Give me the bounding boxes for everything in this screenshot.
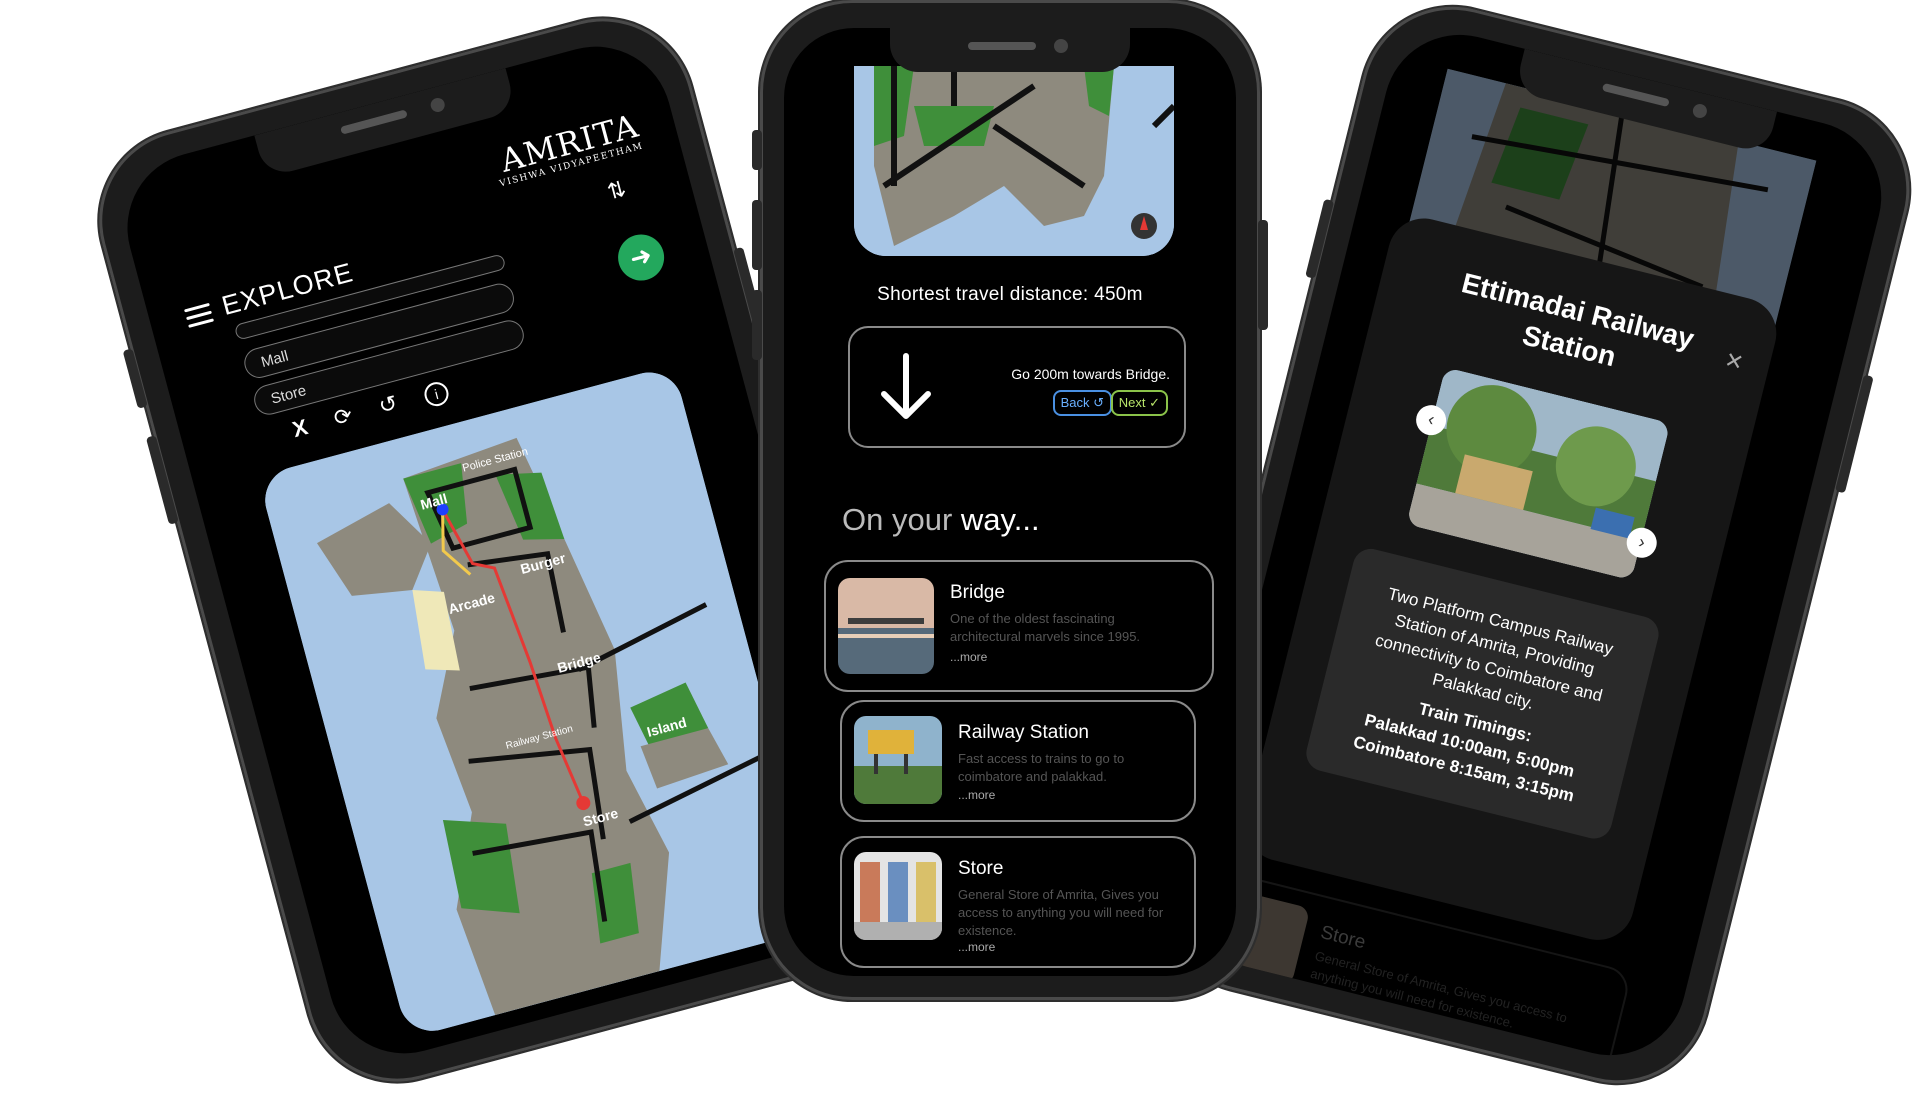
arrow-right-icon: ➜ <box>626 239 656 274</box>
swap-direction-icon[interactable]: ⇅ <box>604 176 629 206</box>
navigation-phone: Shortest travel distance: 450m Go 200m t… <box>752 0 1268 1000</box>
place-description: One of the oldest fascinating architectu… <box>950 611 1141 644</box>
chevron-left-icon: ‹ <box>1426 408 1437 430</box>
more-link[interactable]: ...more <box>950 650 987 664</box>
place-description: Fast access to trains to go to coimbator… <box>958 751 1125 784</box>
direction-text: Go 200m towards Bridge. <box>1011 366 1170 382</box>
next-button[interactable]: Next ✓ <box>1110 390 1168 416</box>
undo-icon[interactable]: ↺ <box>376 390 401 420</box>
place-thumb-store <box>854 852 942 940</box>
back-button[interactable]: Back ↺ <box>1052 390 1112 416</box>
background-card-description: General Store of Amrita, Gives you acces… <box>1308 948 1569 1031</box>
distance-text: Shortest travel distance: 450m <box>877 284 1143 305</box>
more-link[interactable]: ...more <box>958 788 995 802</box>
place-card-railway-station[interactable]: Railway Station Fast access to trains to… <box>840 700 1196 822</box>
navigation-screen: Shortest travel distance: 450m Go 200m t… <box>784 28 1236 976</box>
section-title: On your way... <box>842 502 1040 538</box>
place-name: Store <box>958 858 1004 879</box>
detail-screen: Ettimadai Railway Station ✕ ‹ › Two Plat… <box>1172 18 1898 1072</box>
phone-side-button <box>1834 374 1874 494</box>
place-name: Railway Station <box>958 722 1089 743</box>
undo-icon: ↺ <box>1093 395 1104 410</box>
place-card-store[interactable]: Store General Store of Amrita, Gives you… <box>840 836 1196 968</box>
place-thumb-railway-station <box>854 716 942 804</box>
hamburger-menu-icon[interactable] <box>184 302 215 329</box>
phone-side-button <box>752 200 762 270</box>
refresh-icon[interactable]: ⟳ <box>331 402 356 432</box>
map-svg <box>257 364 824 1039</box>
arrow-down-icon <box>881 353 931 419</box>
check-icon: ✓ <box>1149 395 1160 410</box>
place-card-bridge[interactable]: Bridge One of the oldest fascinating arc… <box>824 560 1214 692</box>
phone-notch <box>890 28 1130 72</box>
more-link[interactable]: ...more <box>958 940 995 954</box>
route-map-preview[interactable] <box>854 66 1174 256</box>
place-description: General Store of Amrita, Gives you acces… <box>958 887 1164 938</box>
phone-side-button <box>122 348 148 409</box>
place-thumb-bridge <box>838 578 934 674</box>
next-label: Next <box>1118 395 1146 410</box>
place-name: Bridge <box>950 582 1005 603</box>
campus-map[interactable]: Mall Police Station Arcade Burger Bridge… <box>257 364 824 1039</box>
place-detail-panel: Ettimadai Railway Station ✕ ‹ › Two Plat… <box>1238 210 1784 948</box>
phone-notch <box>254 68 517 178</box>
phone-side-button <box>752 130 762 170</box>
info-icon[interactable]: i <box>421 379 452 409</box>
direction-card: Go 200m towards Bridge. Back ↺ Next ✓ <box>848 326 1186 448</box>
section-title-suffix: way... <box>960 502 1040 537</box>
place-info-box: Two Platform Campus Railway Station of A… <box>1302 545 1663 843</box>
phone-side-button <box>145 435 179 525</box>
chevron-right-icon: › <box>1636 531 1648 553</box>
clear-icon[interactable]: X <box>290 414 311 443</box>
back-label: Back <box>1060 395 1090 410</box>
phone-side-button <box>1305 198 1335 279</box>
phone-side-button <box>752 290 762 360</box>
phone-side-button <box>1258 220 1268 330</box>
section-title-prefix: On your <box>842 502 953 537</box>
go-button[interactable]: ➜ <box>612 229 670 286</box>
